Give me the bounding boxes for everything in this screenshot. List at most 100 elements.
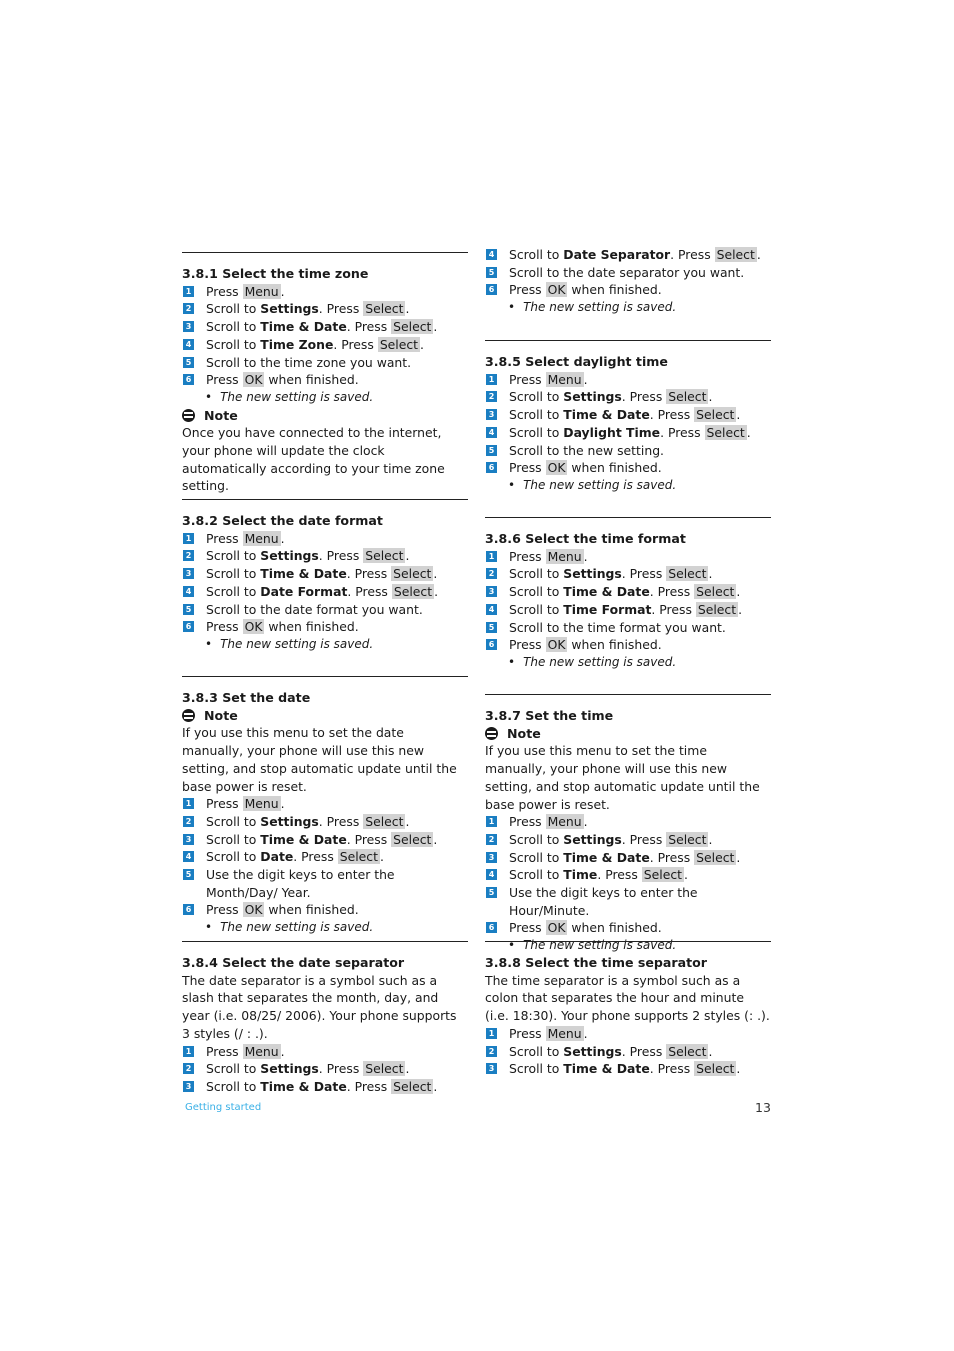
note-text: Once you have connected to the internet,… bbox=[182, 425, 445, 494]
step-number-badge: 1 bbox=[486, 1027, 497, 1039]
step-number-badge: 4 bbox=[486, 426, 497, 438]
ok-key: OK bbox=[242, 902, 265, 918]
step-5: 5 Scroll to the date separator you want. bbox=[485, 264, 771, 282]
note-icon bbox=[485, 727, 498, 741]
step-number-badge: 5 bbox=[486, 621, 497, 633]
step-number-badge: 4 bbox=[183, 585, 194, 597]
step-1: 1 Press Menu. bbox=[182, 1043, 468, 1061]
menu-key: Menu bbox=[242, 1043, 281, 1059]
step-number-badge: 6 bbox=[183, 374, 194, 386]
step-number-badge: 3 bbox=[183, 833, 194, 845]
step-6: 6 Press OK when finished. bbox=[485, 919, 771, 937]
section-3-8-8: 3.8.8 Select the time separator The time… bbox=[485, 941, 771, 1078]
select-key: Select bbox=[377, 336, 421, 352]
step-5: 5 Scroll to the new setting. bbox=[485, 442, 771, 460]
ok-key: OK bbox=[545, 920, 568, 936]
section-title: 3.8.1 Select the time zone bbox=[182, 266, 369, 281]
step-5: 5 Scroll to the time zone you want. bbox=[182, 354, 468, 372]
section-3-8-5: 3.8.5 Select daylight time 1 Press Menu. … bbox=[485, 340, 771, 495]
select-key: Select bbox=[694, 407, 737, 423]
select-key: Select bbox=[391, 831, 434, 847]
step-number-badge: 2 bbox=[486, 568, 497, 580]
step-number-badge: 3 bbox=[183, 568, 194, 580]
menu-key: Menu bbox=[545, 371, 584, 387]
footer-section-label: Getting started bbox=[185, 1102, 262, 1113]
intro-text: The date separator is a symbol such as a… bbox=[182, 972, 457, 1041]
step-4: 4 Scroll to Time. Press Select. bbox=[485, 866, 771, 884]
menu-key: Menu bbox=[545, 548, 584, 564]
divider bbox=[485, 941, 771, 942]
step-6: 6 Press OK when finished. bbox=[485, 636, 771, 654]
menu-key: Menu bbox=[242, 796, 281, 812]
section-3-8-1: 3.8.1 Select the time zone 1 Press Menu. … bbox=[182, 252, 468, 495]
step-number-badge: 4 bbox=[486, 869, 497, 881]
step-number-badge: 4 bbox=[486, 249, 497, 260]
step-4: 4 Scroll to Time Format. Press Select. bbox=[485, 601, 771, 619]
select-key: Select bbox=[363, 301, 406, 317]
step-4: 4 Scroll to Date Separator. Press Select. bbox=[485, 246, 771, 264]
select-key: Select bbox=[695, 601, 739, 617]
page-number: 13 bbox=[755, 1100, 771, 1115]
step-2: 2 Scroll to Settings. Press Select. bbox=[485, 831, 771, 849]
select-key: Select bbox=[337, 849, 380, 865]
select-key: Select bbox=[694, 1061, 737, 1077]
section-title: 3.8.3 Set the date bbox=[182, 690, 311, 705]
ok-key: OK bbox=[545, 282, 568, 298]
step-6: 6 Press OK when finished. bbox=[485, 459, 771, 477]
step-3: 3 Scroll to Time & Date. Press Select. bbox=[182, 831, 468, 849]
ok-key: OK bbox=[545, 460, 568, 476]
select-key: Select bbox=[363, 813, 406, 829]
section-3-8-4: 3.8.4 Select the date separator The date… bbox=[182, 941, 468, 1096]
step-number-badge: 4 bbox=[183, 851, 194, 863]
step-number-badge: 1 bbox=[486, 550, 497, 562]
select-key: Select bbox=[391, 566, 434, 582]
step-1: 1 Press Menu. bbox=[485, 548, 771, 566]
step-number-badge: 2 bbox=[183, 303, 194, 315]
note-icon bbox=[182, 408, 195, 422]
step-number-badge: 1 bbox=[183, 798, 194, 810]
step-3: 3 Scroll to Time & Date. Press Select. bbox=[182, 1078, 468, 1096]
ok-key: OK bbox=[242, 619, 265, 635]
step-2: 2 Scroll to Settings. Press Select. bbox=[182, 1060, 468, 1078]
step-number-badge: 6 bbox=[486, 639, 497, 651]
step-2: 2 Scroll to Settings. Press Select. bbox=[485, 1043, 771, 1061]
step-number-badge: 5 bbox=[183, 603, 194, 615]
step-number-badge: 3 bbox=[486, 409, 497, 421]
select-key: Select bbox=[694, 584, 737, 600]
section-3-8-7: 3.8.7 Set the time Note If you use this … bbox=[485, 694, 771, 955]
divider bbox=[182, 252, 468, 253]
result-bullet: The new setting is saved. bbox=[182, 919, 468, 937]
section-title: 3.8.6 Select the time format bbox=[485, 531, 686, 546]
step-4: 4 Scroll to Date Format. Press Select. bbox=[182, 583, 468, 601]
divider bbox=[485, 694, 771, 695]
divider bbox=[485, 517, 771, 518]
step-number-badge: 2 bbox=[183, 1063, 194, 1075]
note-heading: Note bbox=[182, 407, 468, 425]
section-3-8-3: 3.8.3 Set the date Note If you use this … bbox=[182, 676, 468, 937]
divider bbox=[182, 676, 468, 677]
note-icon bbox=[182, 709, 195, 723]
select-key: Select bbox=[714, 247, 757, 262]
ok-key: OK bbox=[545, 637, 568, 653]
step-number-badge: 6 bbox=[183, 904, 194, 916]
step-number-badge: 3 bbox=[486, 586, 497, 598]
divider bbox=[182, 499, 468, 500]
step-6: 6 Press OK when finished. bbox=[182, 618, 468, 636]
step-number-badge: 5 bbox=[486, 887, 497, 899]
step-5: 5 Scroll to the date format you want. bbox=[182, 601, 468, 619]
select-key: Select bbox=[391, 583, 435, 599]
step-number-badge: 6 bbox=[183, 621, 194, 633]
result-bullet: The new setting is saved. bbox=[485, 477, 771, 495]
step-2: 2 Scroll to Settings. Press Select. bbox=[485, 565, 771, 583]
step-number-badge: 5 bbox=[183, 869, 194, 881]
select-key: Select bbox=[694, 849, 737, 865]
step-number-badge: 1 bbox=[183, 285, 194, 297]
step-3: 3 Scroll to Time & Date. Press Select. bbox=[485, 849, 771, 867]
select-key: Select bbox=[641, 867, 684, 883]
divider bbox=[485, 340, 771, 341]
select-key: Select bbox=[704, 424, 747, 440]
menu-key: Menu bbox=[242, 283, 281, 299]
step-number-badge: 2 bbox=[486, 833, 497, 845]
menu-key: Menu bbox=[242, 530, 281, 546]
step-2: 2 Scroll to Settings. Press Select. bbox=[182, 547, 468, 565]
